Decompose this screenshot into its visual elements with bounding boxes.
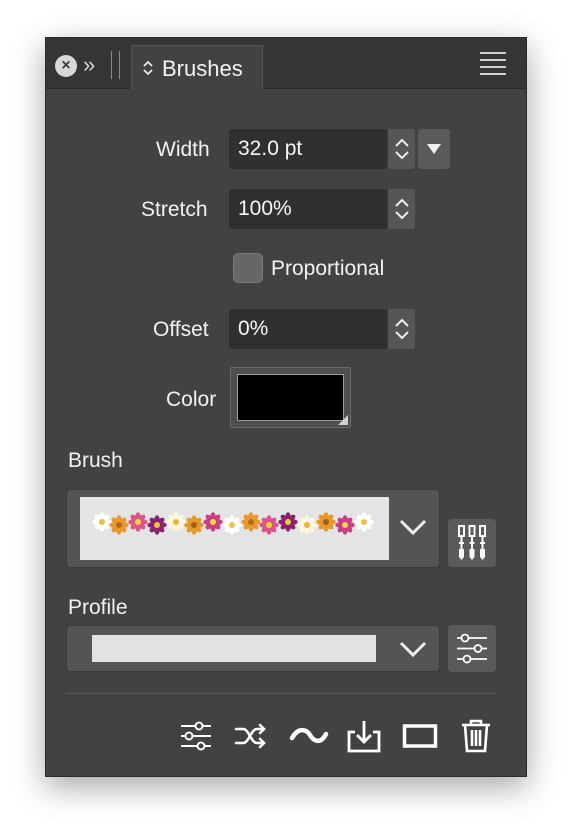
- hamburger-menu-icon[interactable]: [480, 52, 506, 76]
- sliders-icon[interactable]: [448, 625, 496, 672]
- offset-field[interactable]: 0%: [229, 309, 387, 349]
- trash-icon[interactable]: [458, 718, 494, 754]
- brushes-panel: × » Brushes Width 32.0 pt Stretch 100% P…: [45, 37, 527, 777]
- profile-selector[interactable]: [66, 625, 440, 672]
- sliders-icon[interactable]: [178, 718, 214, 754]
- profile-preview: [92, 635, 376, 662]
- tab-label: Brushes: [162, 56, 243, 81]
- import-icon[interactable]: [346, 718, 382, 754]
- color-swatch[interactable]: [230, 367, 351, 428]
- up-down-arrows-icon: [395, 198, 409, 220]
- width-label: Width: [156, 138, 210, 161]
- brush-preview: [80, 497, 389, 560]
- up-down-chevron-icon: [143, 60, 153, 76]
- brushes-icon[interactable]: [448, 519, 496, 567]
- profile-label: Profile: [68, 596, 128, 619]
- rectangle-icon[interactable]: [402, 718, 438, 754]
- offset-label: Offset: [153, 318, 209, 341]
- triangle-down-icon: [427, 144, 441, 154]
- chevron-down-icon: [399, 641, 427, 658]
- brush-label: Brush: [68, 449, 123, 472]
- offset-stepper[interactable]: [387, 309, 415, 349]
- stretch-stepper[interactable]: [387, 189, 415, 229]
- proportional-checkbox[interactable]: [233, 253, 263, 283]
- width-stepper[interactable]: [387, 129, 415, 169]
- grip-handle[interactable]: [111, 51, 112, 79]
- color-swatch-fill: [237, 374, 344, 421]
- flower-brush-stroke: [92, 512, 374, 535]
- tab-brushes[interactable]: Brushes: [131, 45, 263, 89]
- panel-titlebar: × » Brushes: [46, 38, 526, 89]
- stretch-field[interactable]: 100%: [229, 189, 387, 229]
- double-chevron-right-icon[interactable]: »: [83, 50, 95, 80]
- stroke-wave-icon[interactable]: [289, 718, 329, 754]
- up-down-arrows-icon: [395, 138, 409, 160]
- close-icon[interactable]: ×: [55, 55, 77, 77]
- shuffle-icon[interactable]: [233, 718, 269, 754]
- width-field[interactable]: 32.0 pt: [229, 129, 387, 169]
- divider: [66, 693, 496, 694]
- brush-selector[interactable]: [66, 489, 440, 568]
- stretch-label: Stretch: [141, 198, 208, 221]
- up-down-arrows-icon: [395, 318, 409, 340]
- color-label: Color: [166, 388, 217, 411]
- proportional-label: Proportional: [271, 257, 385, 280]
- grip-handle[interactable]: [119, 51, 120, 79]
- corner-triangle-icon: [338, 415, 348, 425]
- chevron-down-icon: [399, 519, 427, 536]
- width-dropdown-button[interactable]: [418, 129, 450, 169]
